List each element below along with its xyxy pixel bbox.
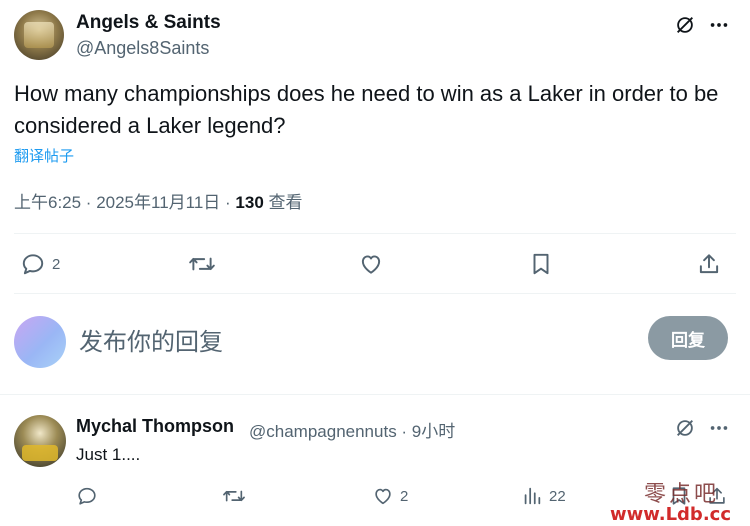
grok-icon[interactable] [670,413,700,443]
author-name[interactable]: Angels & Saints [76,12,221,34]
reply-like-count: 2 [400,487,409,505]
reply-text: Just 1.... [76,445,141,464]
bookmark-icon [533,253,549,275]
reply-icon [22,254,44,275]
reply-reply-button[interactable] [76,482,104,510]
like-button[interactable] [358,249,390,279]
post-time[interactable]: 上午6:25 · 2025年11月11日 · [14,193,235,212]
reply-views-count: 22 [549,487,566,505]
grok-icon[interactable] [670,10,700,40]
translate-post-link[interactable]: 翻译帖子 [14,145,74,166]
author-avatar[interactable] [14,10,64,60]
reply-author-handle[interactable]: @champagnennuts · 9小时 [249,417,455,442]
divider [0,394,750,395]
divider [14,293,736,294]
reply-submit-button[interactable]: 回复 [648,316,728,360]
user-avatar[interactable] [14,316,66,368]
more-icon[interactable] [704,413,734,443]
reply-views-button[interactable]: 22 [521,482,566,510]
like-icon [361,255,381,274]
views-icon [524,487,541,505]
post-detail: Angels & Saints @Angels8Saints How many … [0,0,750,526]
like-icon [375,488,391,505]
reply-compose-input[interactable]: 发布你的回复 [79,322,223,357]
retweet-icon [189,257,215,271]
watermark-url: www.Ldb.cc [610,504,731,525]
post-views-label: 查看 [263,193,303,212]
more-icon[interactable] [704,10,734,40]
post-meta: 上午6:25 · 2025年11月11日 · 130 查看 [14,188,303,213]
reply-author-name[interactable]: Mychal Thompson [76,416,234,437]
post-text: How many championships does he need to w… [14,81,719,138]
retweet-icon [223,490,245,502]
bookmark-button[interactable] [528,249,560,279]
reply-button[interactable]: 2 [20,249,60,279]
share-icon [699,254,719,274]
divider [14,233,736,234]
share-button[interactable] [696,249,722,279]
author-handle[interactable]: @Angels8Saints [76,38,209,59]
reply-like-button[interactable]: 2 [372,482,408,510]
reply-author-avatar[interactable] [14,415,66,467]
watermark: 零点吧 www.Ldb.cc [596,476,750,526]
reply-count: 2 [52,255,61,273]
post-views-count: 130 [235,193,264,212]
reply-icon [78,487,96,505]
retweet-button[interactable] [188,249,222,279]
reply-retweet-button[interactable] [222,482,252,510]
